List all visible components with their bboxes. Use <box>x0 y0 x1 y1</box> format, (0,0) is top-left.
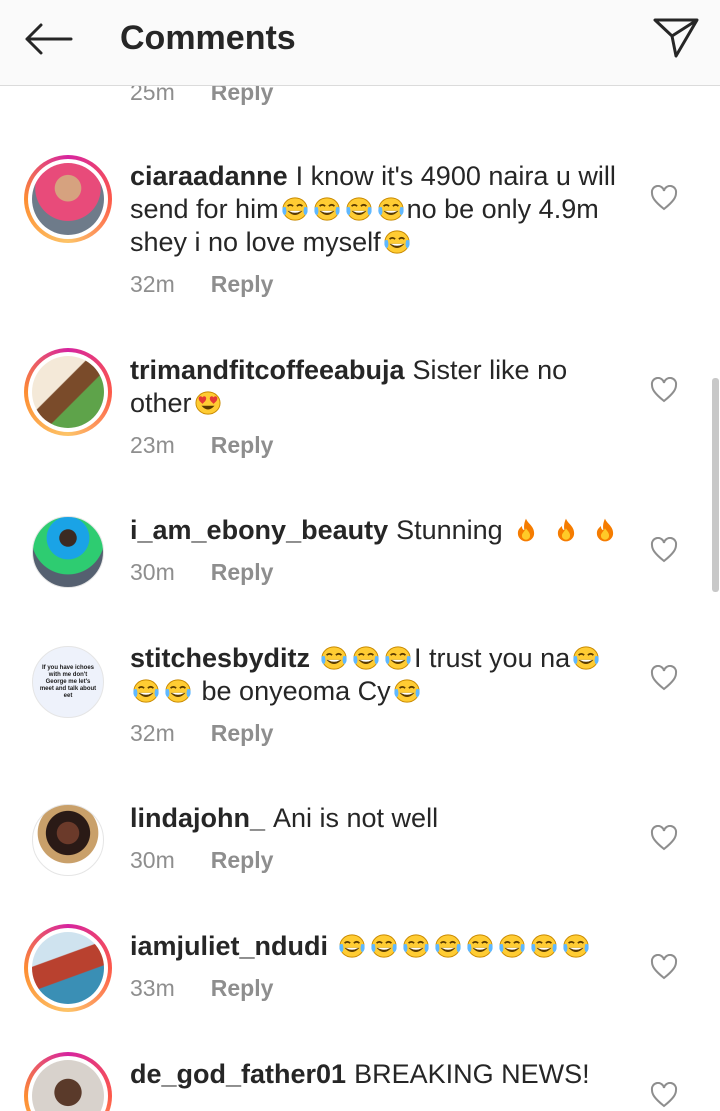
heart-icon[interactable] <box>650 537 678 563</box>
comment-text: trimandfitcoffeeabuja Sister like no othe… <box>130 355 568 418</box>
comment-time: 23m <box>130 431 175 458</box>
comment-meta-partial: 25m Reply <box>130 86 273 107</box>
laughing-emoji-icon <box>163 678 193 704</box>
comment-text: stitchesbyditz I trust you na be onyeoma … <box>130 642 630 708</box>
heart-icon[interactable] <box>650 377 678 403</box>
reply-button[interactable]: Reply <box>211 559 274 586</box>
heart-eyes-emoji-icon <box>193 390 223 416</box>
laughing-emoji-icon <box>529 933 559 959</box>
comment-meta: 32m Reply <box>130 269 630 299</box>
laughing-emoji-icon <box>369 933 399 959</box>
reply-button[interactable]: Reply <box>211 720 274 747</box>
comment-meta: 23m Reply <box>130 430 630 460</box>
laughing-emoji-icon <box>280 196 310 222</box>
laughing-emoji-icon <box>465 933 495 959</box>
comment-username[interactable]: de_god_father01 <box>130 1059 346 1089</box>
comments-list[interactable]: 25m Reply ciaraadanne I know it's 4900 na… <box>0 86 720 1111</box>
avatar[interactable] <box>24 924 112 1012</box>
avatar[interactable] <box>24 155 112 243</box>
fire-emoji-icon <box>511 517 541 543</box>
heart-icon[interactable] <box>650 1082 678 1108</box>
laughing-emoji-icon <box>344 196 374 222</box>
comment-text: de_god_father01 BREAKING NEWS! <box>130 1059 590 1089</box>
comment-meta: 30m Reply <box>130 557 630 587</box>
comment-username[interactable]: lindajohn_ <box>130 803 265 833</box>
reply-button[interactable]: Reply <box>211 86 274 106</box>
laughing-emoji-icon <box>401 933 431 959</box>
comment-text: ciaraadanne I know it's 4900 naira u will… <box>130 161 616 257</box>
page-title: Comments <box>120 19 296 57</box>
laughing-emoji-icon <box>319 645 349 671</box>
heart-icon[interactable] <box>650 185 678 211</box>
comments-header: Comments <box>0 0 720 86</box>
comment-time: 32m <box>130 719 175 746</box>
comment-meta: 32m Reply <box>130 718 630 748</box>
comment-meta: 30m Reply <box>130 845 630 875</box>
laughing-emoji-icon <box>561 933 591 959</box>
comment-meta: 33m Reply <box>130 973 630 1003</box>
avatar[interactable] <box>32 516 104 588</box>
laughing-emoji-icon <box>383 645 413 671</box>
heart-icon[interactable] <box>650 825 678 851</box>
comment-text: lindajohn_ Ani is not well <box>130 803 439 833</box>
comment-username[interactable]: ciaraadanne <box>130 161 288 191</box>
avatar[interactable] <box>24 1052 112 1111</box>
laughing-emoji-icon <box>131 678 161 704</box>
laughing-emoji-icon <box>382 229 412 255</box>
comment-username[interactable]: i_am_ebony_beauty <box>130 515 388 545</box>
reply-button[interactable]: Reply <box>211 847 274 874</box>
back-button[interactable] <box>20 14 76 64</box>
laughing-emoji-icon <box>312 196 342 222</box>
share-button[interactable] <box>648 12 704 64</box>
scrollbar[interactable] <box>712 378 719 592</box>
reply-button[interactable]: Reply <box>211 975 274 1002</box>
avatar[interactable] <box>24 348 112 436</box>
arrow-left-icon <box>25 23 73 55</box>
comment-text: i_am_ebony_beauty Stunning <box>130 514 630 547</box>
laughing-emoji-icon <box>337 933 367 959</box>
reply-button[interactable]: Reply <box>211 432 274 459</box>
avatar[interactable]: If you have ichoes with me don't George … <box>32 646 104 718</box>
laughing-emoji-icon <box>433 933 463 959</box>
avatar[interactable] <box>32 804 104 876</box>
avatar-caption: If you have ichoes with me don't George … <box>39 664 97 699</box>
laughing-emoji-icon <box>351 645 381 671</box>
laughing-emoji-icon <box>376 196 406 222</box>
fire-emoji-icon <box>551 517 581 543</box>
comment-time: 32m <box>130 270 175 297</box>
direct-send-icon <box>653 18 699 58</box>
comment-time: 33m <box>130 974 175 1001</box>
heart-icon[interactable] <box>650 954 678 980</box>
comment-time: 30m <box>130 558 175 585</box>
laughing-emoji-icon <box>392 678 422 704</box>
comment-username[interactable]: iamjuliet_ndudi <box>130 931 328 961</box>
heart-icon[interactable] <box>650 665 678 691</box>
comment-username[interactable]: trimandfitcoffeeabuja <box>130 355 405 385</box>
comment-username[interactable]: stitchesbyditz <box>130 643 310 673</box>
laughing-emoji-icon <box>497 933 527 959</box>
laughing-emoji-icon <box>571 645 601 671</box>
comment-text: iamjuliet_ndudi <box>130 930 630 963</box>
reply-button[interactable]: Reply <box>211 271 274 298</box>
comment-time: 30m <box>130 846 175 873</box>
fire-emoji-icon <box>590 517 620 543</box>
comment-time: 25m <box>130 86 175 105</box>
